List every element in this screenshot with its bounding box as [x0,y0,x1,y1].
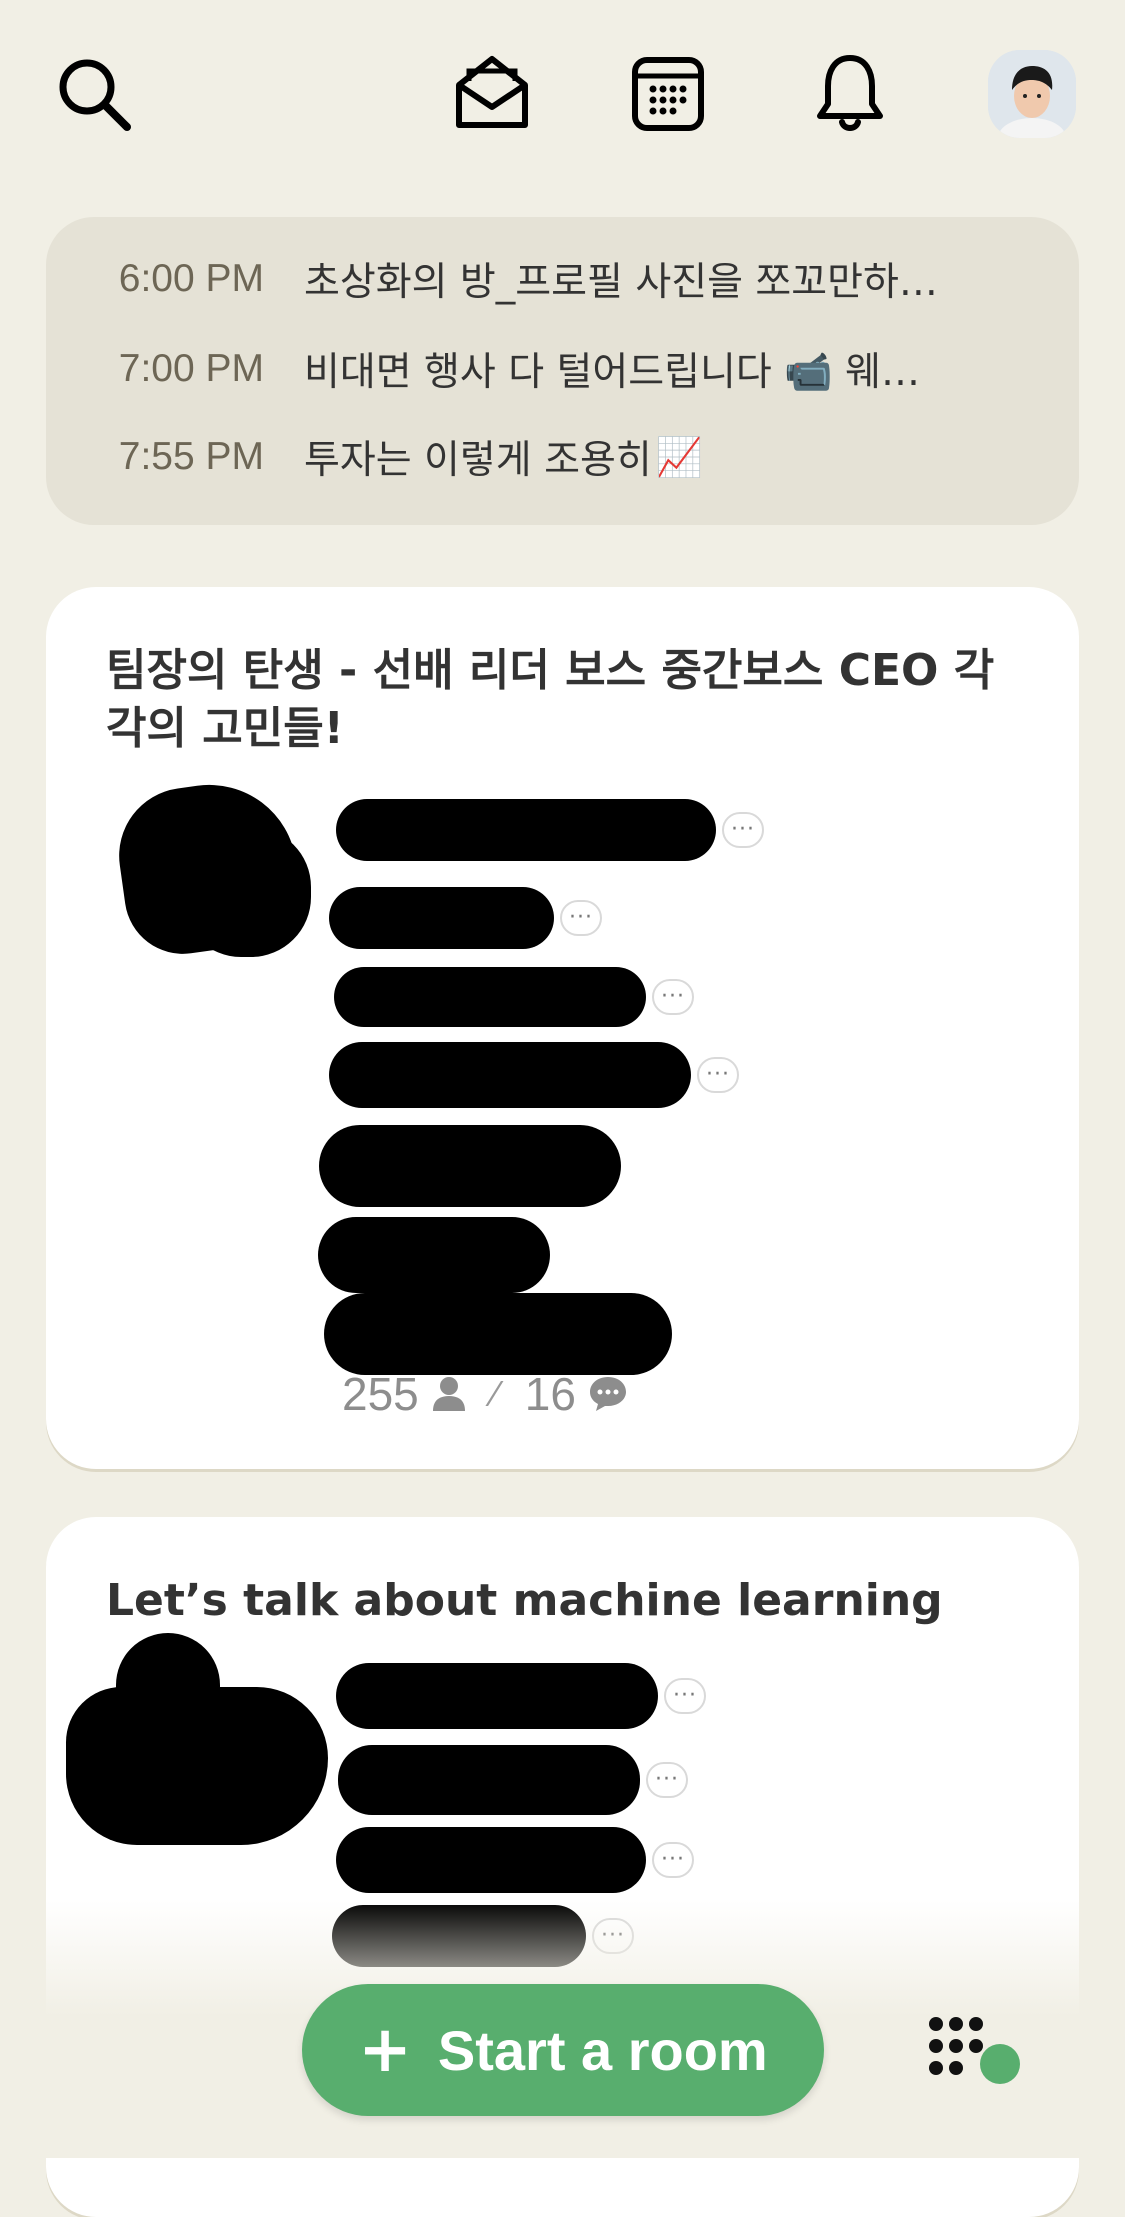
upcoming-event[interactable]: 6:00 PM 초상화의 방_프로필 사진을 쪼꼬만하… [46,249,1079,309]
redacted-name [324,1293,672,1375]
redacted-name [318,1217,550,1293]
invite-envelope-icon[interactable] [452,48,532,134]
speaker-row[interactable]: ··· [336,1663,706,1729]
plus-icon: + [358,2013,412,2087]
upcoming-events-panel[interactable]: 6:00 PM 초상화의 방_프로필 사진을 쪼꼬만하… 7:00 PM 비대면… [46,217,1079,525]
profile-avatar[interactable] [988,50,1076,138]
top-bar [0,0,1125,190]
event-time: 7:55 PM [118,435,264,478]
speaker-row[interactable]: ··· [329,887,602,949]
redacted-name [319,1125,621,1207]
redacted-name [334,967,646,1027]
speaker-row[interactable]: ··· [336,1827,694,1893]
calendar-icon[interactable] [630,54,706,134]
event-title: 초상화의 방_프로필 사진을 쪼꼬만하… [304,260,938,305]
room-card[interactable]: 팀장의 탄생 - 선배 리더 보스 중간보스 CEO 각각의 고민들! ··· … [46,587,1079,1469]
event-title: 비대면 행사 다 털어드립니다 📹 웨… [304,350,920,395]
room-stats: 255 ⁄ 16 [342,1367,628,1421]
speaker-row [318,1217,550,1293]
start-room-label: Start a room [437,2018,768,2082]
speaker-chat-icon: ··· [722,812,764,848]
bell-icon[interactable] [812,52,888,136]
redacted-name [338,1745,640,1815]
speaker-chat-icon: ··· [697,1057,739,1093]
backchannel-grid-icon[interactable] [928,2016,1024,2086]
listener-count: 255 [342,1368,419,1420]
speaker-row[interactable]: ··· [338,1745,688,1815]
redacted-name [336,1663,658,1729]
speaker-count: 16 [524,1368,576,1420]
chart-emoji-icon: 📈 [655,434,704,479]
room-title: Let’s talk about machine learning [106,1575,943,1626]
event-time: 6:00 PM [118,257,264,300]
chat-bubble-icon [588,1375,628,1413]
speaker-row[interactable]: ··· [329,1042,739,1108]
redacted-avatar [66,1687,328,1845]
upcoming-event[interactable]: 7:00 PM 비대면 행사 다 털어드립니다 📹 웨… [46,339,1079,399]
person-icon [431,1375,467,1413]
upcoming-event[interactable]: 7:55 PM 투자는 이렇게 조용히 📈 [46,427,1079,487]
redacted-avatar [181,827,311,957]
redacted-name [329,1042,691,1108]
speaker-chat-icon: ··· [652,1842,694,1878]
speaker-row[interactable]: ··· [336,799,764,861]
start-room-button[interactable]: + Start a room [302,1984,824,2116]
speaker-chat-icon: ··· [664,1678,706,1714]
speaker-row [324,1293,672,1375]
speaker-chat-icon: ··· [560,900,602,936]
redacted-name [329,887,554,949]
stats-separator-icon: ⁄ [492,1373,499,1414]
search-icon[interactable] [52,52,138,138]
speaker-chat-icon: ··· [652,979,694,1015]
speaker-chat-icon: ··· [646,1762,688,1798]
room-title: 팀장의 탄생 - 선배 리더 보스 중간보스 CEO 각각의 고민들! [106,645,995,754]
event-time: 7:00 PM [118,347,264,390]
speaker-row[interactable]: ··· [334,967,694,1027]
redacted-name [336,1827,646,1893]
event-title: 투자는 이렇게 조용히 [304,438,652,483]
speaker-row [319,1125,621,1207]
redacted-name [336,799,716,861]
